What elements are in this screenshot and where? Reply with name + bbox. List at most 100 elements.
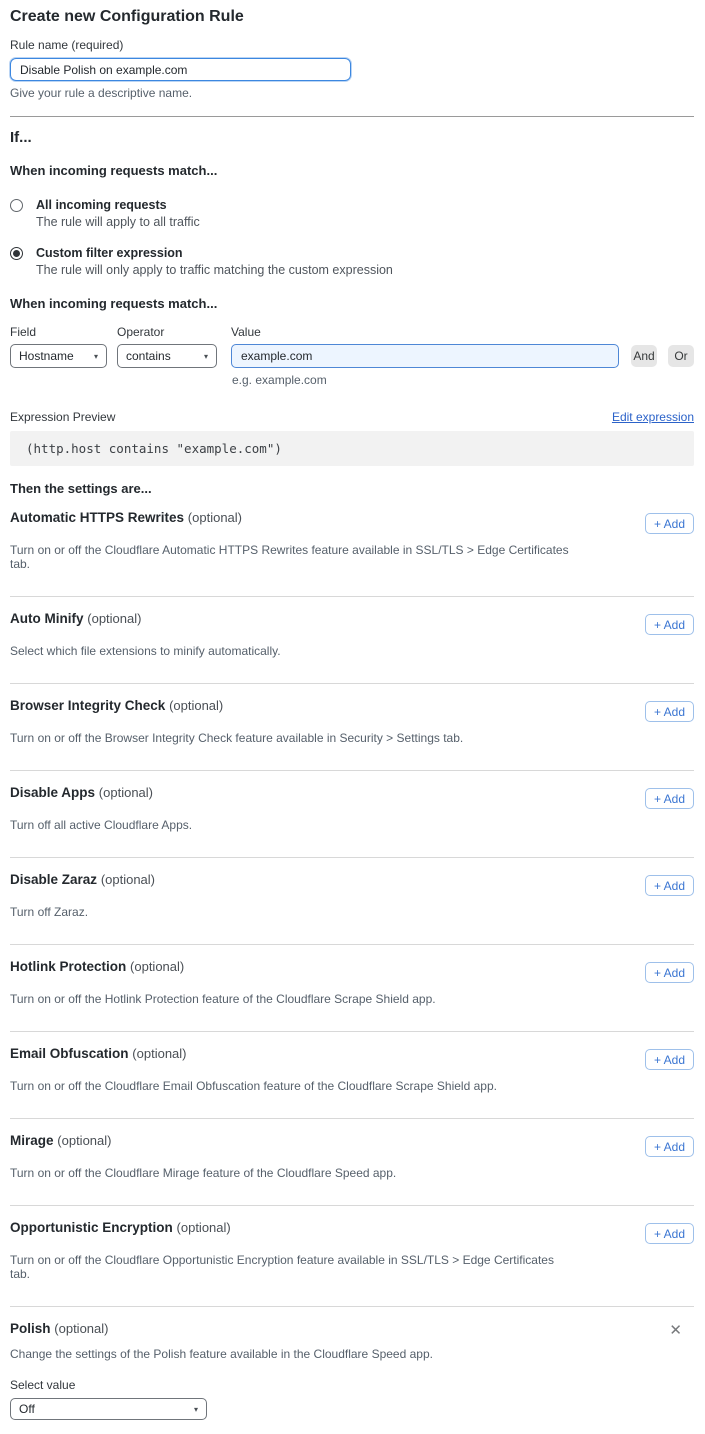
setting-item: Disable Zaraz (optional) + Add Turn off … bbox=[10, 858, 694, 945]
incoming-requests-match-label: When incoming requests match... bbox=[10, 163, 694, 178]
optional-suffix: (optional) bbox=[57, 1133, 111, 1148]
value-input[interactable] bbox=[231, 344, 619, 368]
add-button[interactable]: + Add bbox=[645, 1136, 694, 1157]
expression-builder-match-label: When incoming requests match... bbox=[10, 296, 694, 311]
setting-description: Turn on or off the Browser Integrity Che… bbox=[10, 731, 570, 745]
optional-suffix: (optional) bbox=[188, 510, 242, 525]
rule-name-input[interactable] bbox=[10, 58, 351, 81]
setting-title: Auto Minify (optional) bbox=[10, 611, 141, 626]
setting-item: Opportunistic Encryption (optional) + Ad… bbox=[10, 1206, 694, 1307]
setting-title: Mirage (optional) bbox=[10, 1133, 111, 1148]
expression-preview-box: (http.host contains "example.com") bbox=[10, 431, 694, 466]
setting-name: Hotlink Protection bbox=[10, 959, 126, 974]
setting-item-polish: Polish (optional) ✕ Change the settings … bbox=[10, 1307, 694, 1420]
setting-description: Turn off all active Cloudflare Apps. bbox=[10, 818, 570, 832]
setting-name: Browser Integrity Check bbox=[10, 698, 165, 713]
create-configuration-rule-page: Create new Configuration Rule Rule name … bbox=[0, 0, 705, 1434]
setting-name: Mirage bbox=[10, 1133, 54, 1148]
setting-description: Turn on or off the Cloudflare Mirage fea… bbox=[10, 1166, 570, 1180]
section-divider bbox=[10, 116, 694, 117]
value-hint: e.g. example.com bbox=[232, 373, 694, 387]
setting-name: Opportunistic Encryption bbox=[10, 1220, 173, 1235]
radio-description: The rule will only apply to traffic matc… bbox=[36, 263, 393, 277]
setting-title: Browser Integrity Check (optional) bbox=[10, 698, 223, 713]
if-heading: If... bbox=[10, 129, 694, 146]
setting-description: Turn off Zaraz. bbox=[10, 905, 570, 919]
add-button[interactable]: + Add bbox=[645, 513, 694, 534]
setting-title: Hotlink Protection (optional) bbox=[10, 959, 184, 974]
close-icon[interactable]: ✕ bbox=[669, 1323, 682, 1338]
setting-item: Mirage (optional) + Add Turn on or off t… bbox=[10, 1119, 694, 1206]
and-button[interactable]: And bbox=[631, 345, 657, 367]
radio-description: The rule will apply to all traffic bbox=[36, 215, 200, 229]
then-settings-heading: Then the settings are... bbox=[10, 481, 694, 496]
setting-item: Browser Integrity Check (optional) + Add… bbox=[10, 684, 694, 771]
chevron-down-icon: ▾ bbox=[204, 352, 208, 361]
optional-suffix: (optional) bbox=[132, 1046, 186, 1061]
add-button[interactable]: + Add bbox=[645, 1049, 694, 1070]
chevron-down-icon: ▾ bbox=[94, 352, 98, 361]
field-select[interactable]: Hostname ▾ bbox=[10, 344, 107, 368]
setting-name: Automatic HTTPS Rewrites bbox=[10, 510, 184, 525]
optional-suffix: (optional) bbox=[87, 611, 141, 626]
operator-select[interactable]: contains ▾ bbox=[117, 344, 217, 368]
add-button[interactable]: + Add bbox=[645, 962, 694, 983]
setting-name: Auto Minify bbox=[10, 611, 84, 626]
polish-value-select[interactable]: Off ▾ bbox=[10, 1398, 207, 1420]
add-button[interactable]: + Add bbox=[645, 614, 694, 635]
setting-name: Email Obfuscation bbox=[10, 1046, 129, 1061]
add-button[interactable]: + Add bbox=[645, 701, 694, 722]
setting-description: Change the settings of the Polish featur… bbox=[10, 1347, 570, 1361]
optional-suffix: (optional) bbox=[177, 1220, 231, 1235]
setting-item: Disable Apps (optional) + Add Turn off a… bbox=[10, 771, 694, 858]
add-button[interactable]: + Add bbox=[645, 788, 694, 809]
setting-name: Polish bbox=[10, 1321, 51, 1336]
polish-select-value: Off bbox=[19, 1402, 35, 1416]
rule-name-label: Rule name (required) bbox=[10, 38, 694, 52]
page-title: Create new Configuration Rule bbox=[10, 8, 694, 26]
field-label: Field bbox=[10, 325, 107, 339]
add-button[interactable]: + Add bbox=[645, 1223, 694, 1244]
setting-item: Auto Minify (optional) + Add Select whic… bbox=[10, 597, 694, 684]
setting-item: Email Obfuscation (optional) + Add Turn … bbox=[10, 1032, 694, 1119]
setting-title: Opportunistic Encryption (optional) bbox=[10, 1220, 231, 1235]
setting-description: Turn on or off the Cloudflare Opportunis… bbox=[10, 1253, 570, 1281]
settings-list: Automatic HTTPS Rewrites (optional) + Ad… bbox=[10, 496, 694, 1307]
setting-name: Disable Apps bbox=[10, 785, 95, 800]
setting-name: Disable Zaraz bbox=[10, 872, 97, 887]
or-button[interactable]: Or bbox=[668, 345, 694, 367]
radio-label: All incoming requests bbox=[36, 198, 200, 212]
field-select-value: Hostname bbox=[19, 349, 74, 363]
optional-suffix: (optional) bbox=[101, 872, 155, 887]
setting-description: Select which file extensions to minify a… bbox=[10, 644, 570, 658]
expression-preview-label: Expression Preview bbox=[10, 410, 115, 424]
setting-description: Turn on or off the Hotlink Protection fe… bbox=[10, 992, 570, 1006]
optional-suffix: (optional) bbox=[130, 959, 184, 974]
operator-label: Operator bbox=[117, 325, 217, 339]
edit-expression-link[interactable]: Edit expression bbox=[612, 410, 694, 424]
chevron-down-icon: ▾ bbox=[194, 1405, 198, 1414]
setting-description: Turn on or off the Cloudflare Email Obfu… bbox=[10, 1079, 570, 1093]
expression-builder-row: Field Hostname ▾ Operator contains ▾ Val… bbox=[10, 325, 694, 368]
radio-option-custom-filter-expression[interactable]: Custom filter expression The rule will o… bbox=[10, 246, 694, 277]
setting-description: Turn on or off the Cloudflare Automatic … bbox=[10, 543, 570, 571]
rule-name-help: Give your rule a descriptive name. bbox=[10, 86, 694, 100]
setting-title: Disable Zaraz (optional) bbox=[10, 872, 155, 887]
optional-suffix: (optional) bbox=[169, 698, 223, 713]
radio-button-selected[interactable] bbox=[10, 247, 23, 260]
operator-select-value: contains bbox=[126, 349, 171, 363]
add-button[interactable]: + Add bbox=[645, 875, 694, 896]
setting-title: Polish (optional) bbox=[10, 1321, 108, 1336]
select-value-label: Select value bbox=[10, 1378, 694, 1392]
setting-item: Hotlink Protection (optional) + Add Turn… bbox=[10, 945, 694, 1032]
setting-title: Disable Apps (optional) bbox=[10, 785, 153, 800]
optional-suffix: (optional) bbox=[99, 785, 153, 800]
setting-title: Email Obfuscation (optional) bbox=[10, 1046, 187, 1061]
setting-title: Automatic HTTPS Rewrites (optional) bbox=[10, 510, 242, 525]
value-label: Value bbox=[231, 325, 619, 339]
optional-suffix: (optional) bbox=[54, 1321, 108, 1336]
setting-item: Automatic HTTPS Rewrites (optional) + Ad… bbox=[10, 496, 694, 597]
radio-label: Custom filter expression bbox=[36, 246, 393, 260]
radio-option-all-incoming-requests[interactable]: All incoming requests The rule will appl… bbox=[10, 198, 694, 229]
radio-button-unselected[interactable] bbox=[10, 199, 23, 212]
